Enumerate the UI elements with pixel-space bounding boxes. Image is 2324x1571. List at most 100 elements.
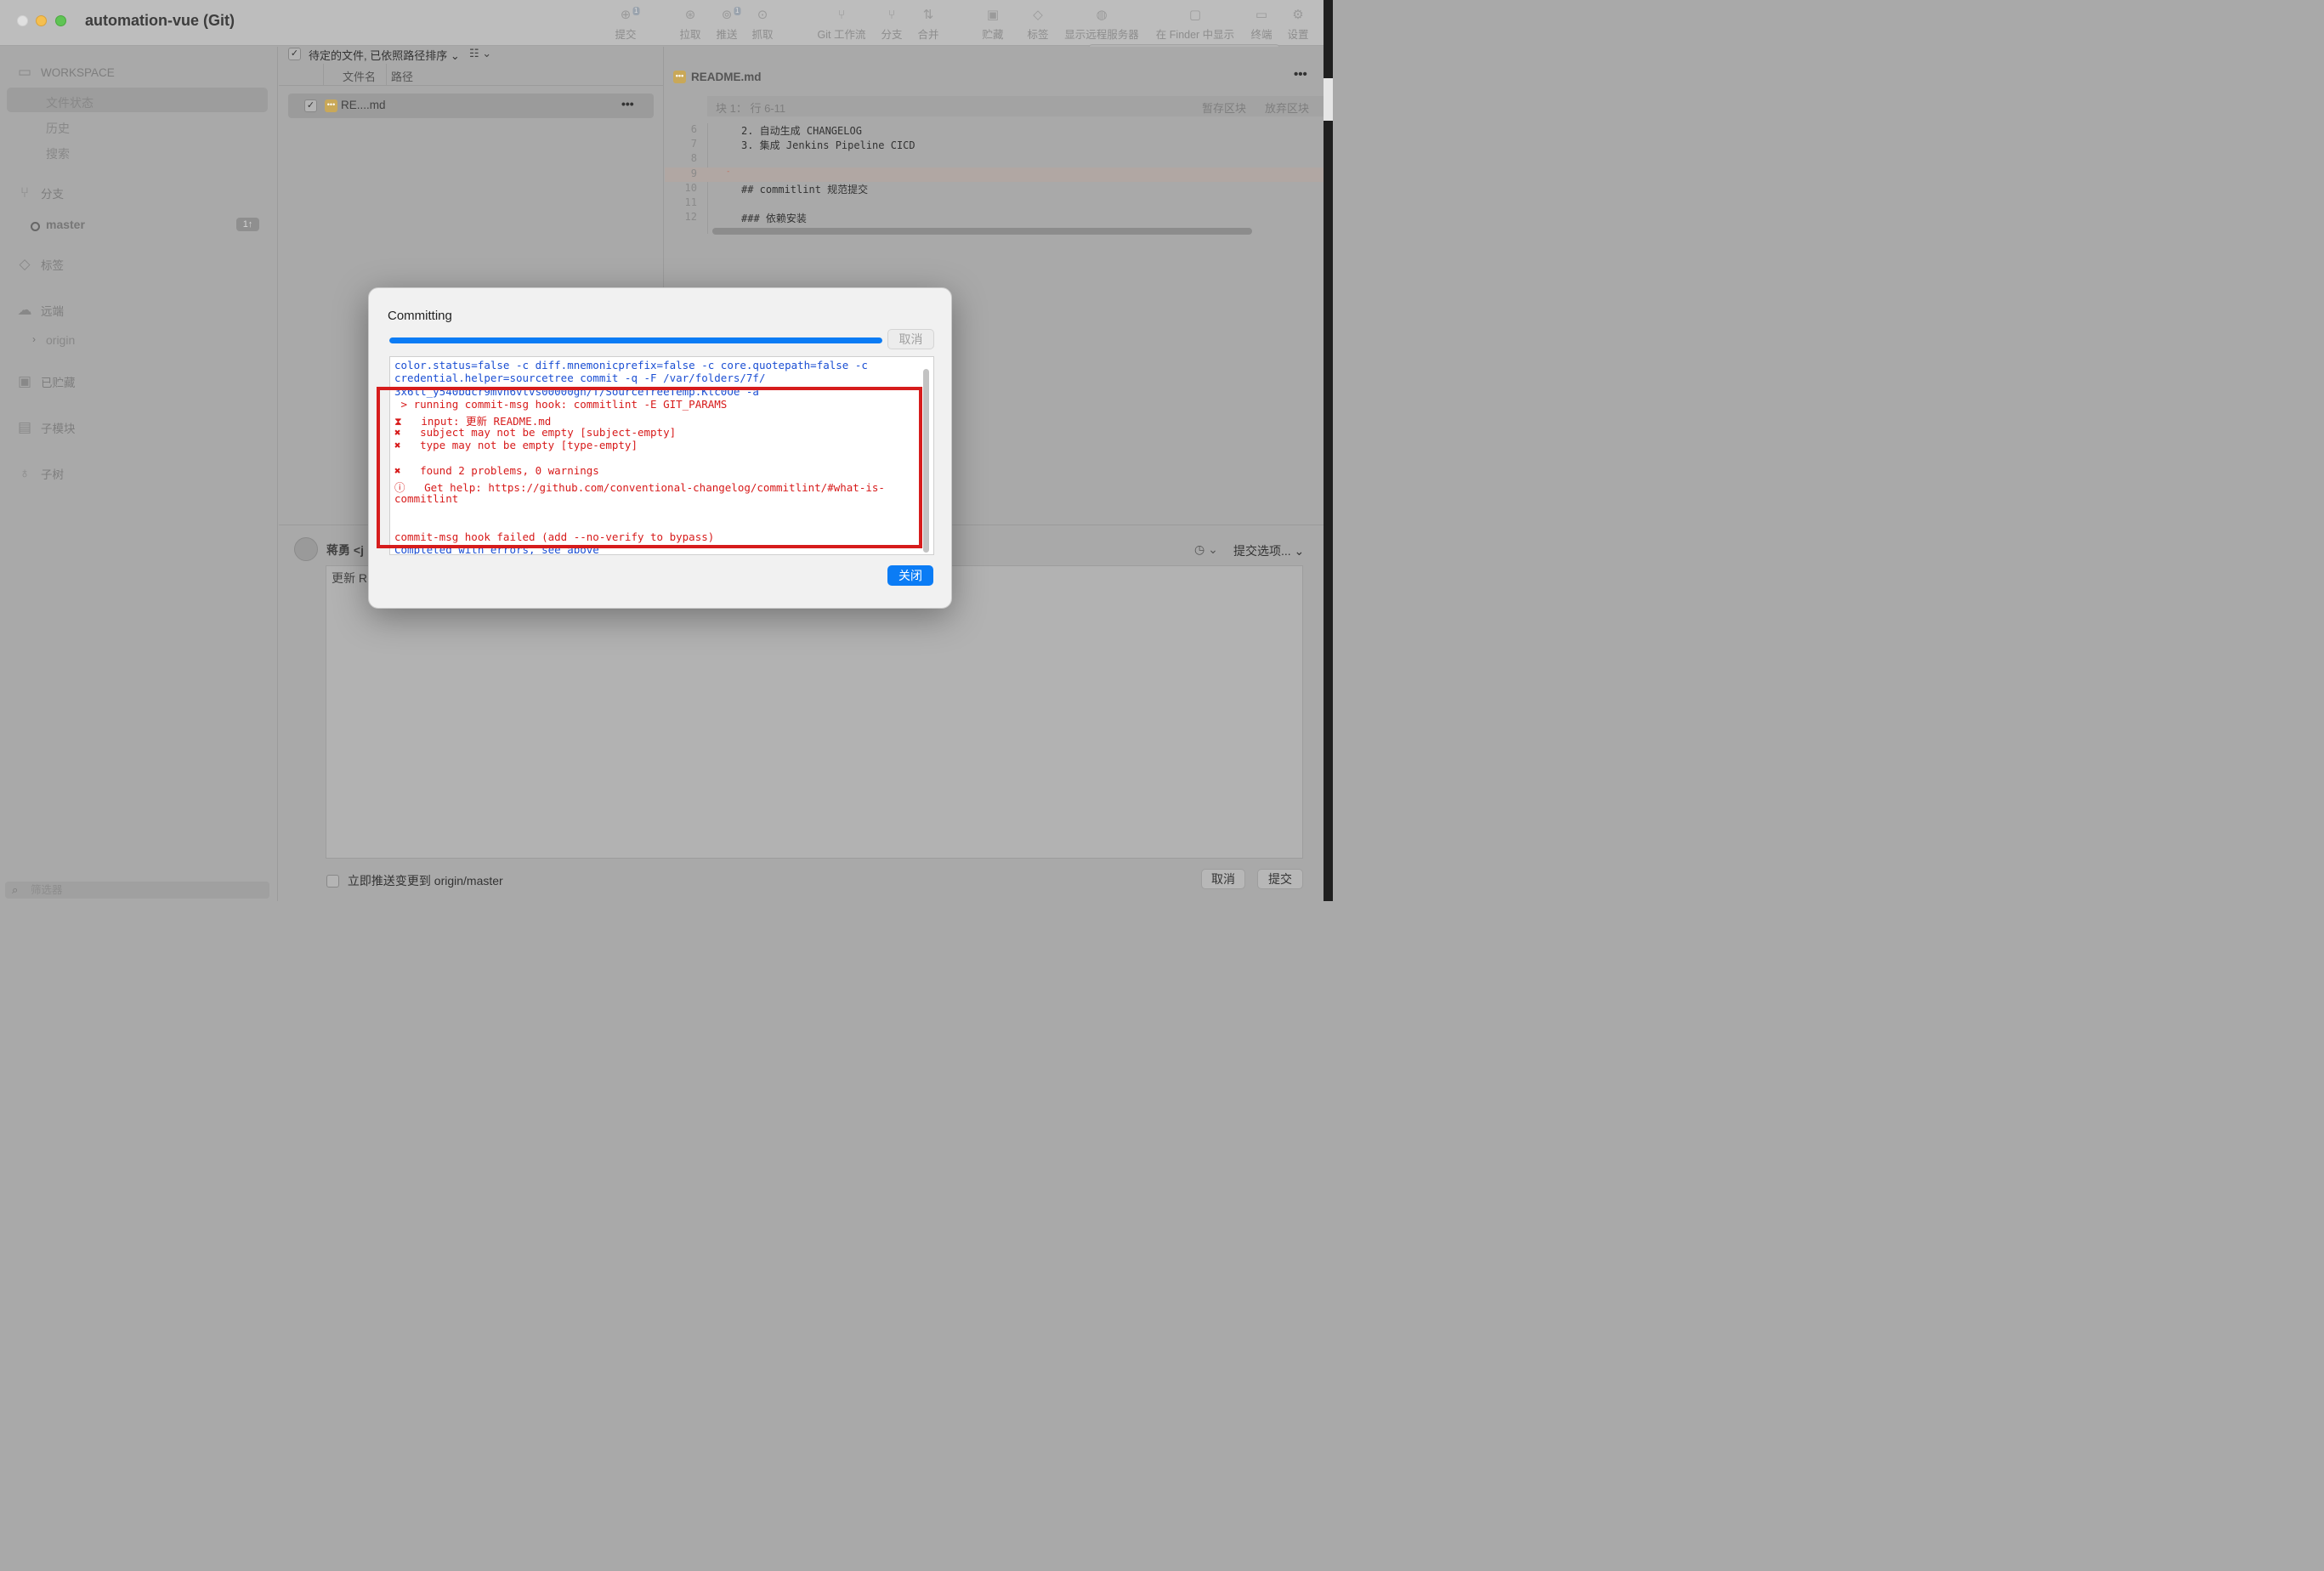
view-mode-dropdown[interactable]: ☷ ⌄ — [469, 47, 491, 60]
toolbar-label: 设置 — [1287, 29, 1309, 41]
line-number: 7 — [690, 138, 697, 150]
diff-line[interactable]: 9- — [665, 167, 1324, 182]
commit-message-input[interactable]: 更新 R — [326, 565, 1303, 859]
sidebar-stashes-header[interactable]: ▣ 已贮藏 — [15, 373, 76, 390]
progress-bar — [389, 337, 882, 343]
dialog-close-button[interactable]: 关闭 — [887, 565, 933, 586]
title-bar: automation-vue (Git) ⊕ 1 提交 ⊛ 拉取 ⊚ 1 推送 ⊙ 抓取 ⑂ Git … — [0, 0, 1324, 61]
column-filename[interactable]: 文件名 — [343, 68, 376, 84]
log-line: Completed with errors, see above — [394, 543, 599, 555]
modified-file-icon: ••• — [673, 71, 686, 83]
toolbar-label: 分支 — [881, 29, 903, 41]
toolbar-button-pull[interactable]: ⊛ 拉取 — [679, 7, 700, 42]
committing-dialog: Committing 取消 color.status=false -c diff… — [368, 287, 952, 609]
toolbar-button-remote[interactable]: ◍ 显示远程服务器 — [1064, 7, 1139, 42]
remote-icon: ◍ — [1096, 8, 1108, 22]
sidebar-item-origin[interactable]: origin — [46, 333, 75, 347]
toolbar-label: 贮藏 — [982, 29, 1004, 41]
log-line: color.status=false -c diff.mnemonicprefi… — [394, 359, 868, 371]
window-title: automation-vue (Git) — [85, 12, 235, 29]
stage-hunk-button[interactable]: 暂存区块 — [1202, 99, 1246, 116]
monitor-icon: ▭ — [17, 64, 32, 80]
toolbar-button-git-flow[interactable]: ⑂ Git 工作流 — [818, 7, 866, 42]
sidebar-remotes-header[interactable]: ☁ 远端 — [15, 302, 65, 319]
settings-icon: ⚙ — [1292, 8, 1304, 22]
commit-options-dropdown[interactable]: 提交选项... ⌄ — [1233, 542, 1304, 559]
log-line: ✖ type may not be empty [type-empty] — [394, 439, 638, 451]
toolbar-badge: 1 — [632, 7, 640, 15]
ahead-badge: 1↑ — [236, 218, 259, 231]
log-line: > running commit-msg hook: commitlint -E… — [394, 398, 728, 411]
line-text: - — [726, 167, 731, 176]
cancel-commit-button[interactable]: 取消 — [1201, 869, 1245, 889]
sidebar-submodules-header[interactable]: ▤ 子模块 — [15, 419, 76, 436]
toolbar-button-tag[interactable]: ◇ 标签 — [1027, 7, 1048, 42]
zoom-window-button[interactable] — [55, 15, 66, 26]
sidebar-item-master[interactable]: master — [46, 218, 85, 231]
log-scrollbar[interactable] — [923, 369, 929, 553]
avatar — [294, 537, 318, 561]
toolbar-button-settings[interactable]: ⚙ 设置 — [1287, 7, 1308, 42]
sidebar-item-history[interactable]: 历史 — [46, 120, 70, 137]
line-number: 6 — [690, 123, 697, 135]
sidebar-item-file-status[interactable]: 文件状态 — [46, 94, 94, 111]
push-option[interactable]: 立即推送变更到 origin/master — [326, 872, 503, 889]
tag-icon: ◇ — [1033, 8, 1043, 22]
minimize-window-button[interactable] — [36, 15, 47, 26]
toolbar-button-merge[interactable]: ⇅ 合并 — [917, 7, 938, 42]
push-checkbox[interactable] — [326, 874, 339, 888]
sidebar-item-search[interactable]: 搜索 — [46, 145, 70, 162]
column-path[interactable]: 路径 — [391, 68, 413, 84]
discard-hunk-button[interactable]: 放弃区块 — [1265, 99, 1309, 116]
diff-line[interactable]: 6 2. 自动生成 CHANGELOG — [665, 123, 1324, 138]
line-number: 9 — [690, 167, 697, 179]
diff-line[interactable]: 12 ### 依赖安装 — [665, 211, 1324, 225]
diff-horizontal-scrollbar[interactable] — [712, 228, 1252, 235]
toolbar-button-fetch[interactable]: ⊙ 抓取 — [751, 7, 773, 42]
dialog-cancel-button[interactable]: 取消 — [887, 329, 934, 349]
file-more-button[interactable]: ••• — [621, 97, 634, 111]
close-window-button[interactable] — [17, 15, 28, 26]
chevron-right-icon[interactable]: › — [32, 333, 36, 345]
line-number: 10 — [684, 181, 697, 194]
toolbar-button-terminal[interactable]: ▭ 终端 — [1250, 7, 1272, 42]
file-checkbox[interactable]: ✓ — [304, 99, 317, 112]
modified-file-icon: ••• — [325, 99, 337, 112]
commit-log-output[interactable]: color.status=false -c diff.mnemonicprefi… — [389, 356, 934, 555]
toolbar-label: 在 Finder 中显示 — [1155, 29, 1235, 41]
sort-dropdown[interactable]: 待定的文件, 已依照路径排序 ⌄ — [309, 47, 460, 63]
diff-line[interactable]: 10 ## commitlint 规范提交 — [665, 182, 1324, 196]
line-text: 3. 集成 Jenkins Pipeline CICD — [741, 139, 915, 152]
diff-line[interactable]: 11 — [665, 196, 1324, 211]
log-line: commitlint — [394, 492, 459, 505]
merge-icon: ⇅ — [922, 8, 934, 22]
sidebar-branches-header[interactable]: ⑂ 分支 — [15, 184, 64, 201]
diff-more-button[interactable]: ••• — [1294, 67, 1307, 82]
toolbar-button-push[interactable]: ⊚ 1 推送 — [716, 7, 741, 42]
toolbar-button-finder[interactable]: ▢ 在 Finder 中显示 — [1156, 7, 1234, 42]
toolbar-button-branch[interactable]: ⑂ 分支 — [881, 7, 902, 42]
select-all-checkbox[interactable]: ✓ — [288, 48, 301, 60]
sidebar-filter-input[interactable]: ⌕ 筛选器 — [5, 882, 269, 899]
diff-line[interactable]: 7 3. 集成 Jenkins Pipeline CICD — [665, 138, 1324, 152]
pull-icon: ⊛ — [684, 8, 696, 22]
branch-icon: ⑂ — [20, 184, 30, 201]
commit-icon: ⊕ 1 — [620, 7, 640, 22]
toolbar-button-commit[interactable]: ⊕ 1 提交 — [615, 7, 640, 42]
file-name: RE....md — [341, 99, 386, 111]
diff-line[interactable]: 8 — [665, 152, 1324, 167]
toolbar-button-stash[interactable]: ▣ 贮藏 — [982, 7, 1003, 42]
file-row[interactable]: ✓ ••• RE....md ••• — [288, 94, 654, 118]
history-dropdown-icon[interactable]: ◷ ⌄ — [1194, 542, 1218, 557]
toolbar-label: 推送 — [716, 29, 738, 41]
sidebar-workspace-header: ▭ WORKSPACE — [15, 64, 115, 81]
sidebar-tags-header[interactable]: ◇ 标签 — [15, 256, 64, 273]
submit-commit-button[interactable]: 提交 — [1257, 869, 1303, 889]
sidebar-subtrees-header[interactable]: ♁ 子树 — [15, 465, 64, 482]
current-branch-icon — [31, 222, 40, 231]
branch-icon: ⑂ — [887, 8, 896, 22]
finder-icon: ▢ — [1188, 8, 1202, 22]
commit-author: 蒋勇 <j — [326, 543, 364, 557]
background-window-edge — [1324, 0, 1333, 901]
toolbar-label: 显示远程服务器 — [1064, 29, 1139, 41]
